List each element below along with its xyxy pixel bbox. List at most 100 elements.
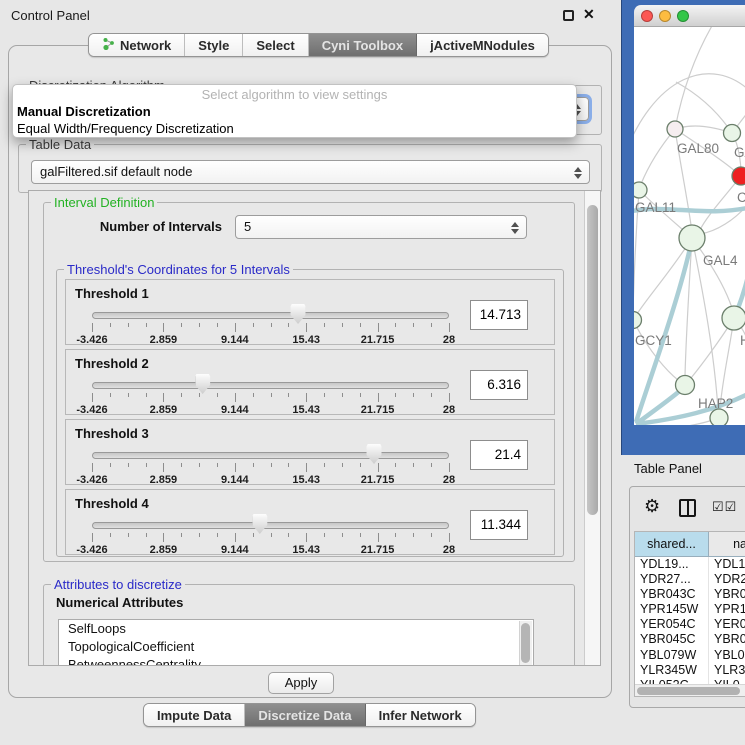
tab-select[interactable]: Select [243,34,308,56]
cell-shared-name[interactable]: YBR045C [635,632,709,647]
slider-thumb[interactable] [195,374,210,394]
table-row[interactable]: YBR043CYBR0 [635,587,745,602]
apply-button[interactable]: Apply [268,672,334,694]
dropdown-placeholder: Select algorithm to view settings [13,85,576,103]
table-row[interactable]: YBR045CYBR0 [635,632,745,647]
network-node-gal11[interactable] [634,182,647,198]
cell-name[interactable]: YER0 [709,617,745,632]
network-edge [641,129,675,184]
list-scrollbar[interactable] [519,621,532,666]
table-row[interactable]: YER054CYER0 [635,617,745,632]
network-node-gal80[interactable] [667,121,683,137]
attribute-item[interactable]: BetweennessCentrality [59,656,533,666]
threshold-value-field[interactable]: 11.344 [470,510,528,540]
cell-shared-name[interactable]: YDL19... [635,557,709,572]
tab-infer-network[interactable]: Infer Network [366,704,475,726]
select-columns-icon[interactable]: ☑☑ [712,499,737,515]
cell-name[interactable]: YBL0 [709,648,745,663]
group-title: Attributes to discretize [51,577,185,592]
minimize-traffic-light[interactable] [659,10,671,22]
network-node[interactable] [710,409,728,425]
node-label: GAL80 [677,141,719,156]
column-header-shared-name[interactable]: shared... [635,532,709,556]
close-traffic-light[interactable] [641,10,653,22]
network-node-ga[interactable] [724,125,741,142]
split-columns-icon[interactable] [679,499,696,517]
threshold-label: Threshold 1 [75,286,149,301]
network-node-c[interactable] [732,167,745,185]
network-canvas[interactable]: GAL80GACGAL11GAL4GCY1HHAP2 [634,27,745,425]
num-intervals-combobox[interactable]: 5 [235,215,527,239]
network-node-h[interactable] [722,306,745,330]
tab-network[interactable]: Network [89,34,185,56]
tab-impute-data[interactable]: Impute Data [144,704,245,726]
cell-name[interactable]: YBR0 [709,632,745,647]
threshold-slider[interactable]: -3.4262.8599.14415.4321.71528 [92,516,449,556]
numerical-attributes-label: Numerical Attributes [56,595,183,610]
table-row[interactable]: YLR345WYLR3 [635,663,745,678]
table-row[interactable]: YDR27...YDR2 [635,572,745,587]
attributes-list[interactable]: SelfLoopsTopologicalCoefficientBetweenne… [58,619,534,666]
threshold-panel: Threshold 3 -3.4262.8599.14415.4321.7152… [65,419,555,485]
tab-jactivemnodules[interactable]: jActiveMNodules [417,34,548,56]
gear-icon[interactable]: ⚙ [644,496,660,517]
network-node-gal4[interactable] [679,225,705,251]
vertical-scrollbar[interactable] [584,191,600,665]
close-icon[interactable]: ✕ [583,6,595,22]
attribute-item[interactable]: TopologicalCoefficient [59,638,533,656]
horizontal-scrollbar[interactable] [635,684,745,696]
table-row[interactable]: YPR145WYPR1 [635,602,745,617]
float-window-icon[interactable] [563,10,574,21]
network-window-frame[interactable]: GAL80GACGAL11GAL4GCY1HHAP2 [621,0,745,455]
threshold-label: Threshold 2 [75,356,149,371]
slider-thumb[interactable] [367,444,382,464]
slider-thumb[interactable] [291,304,306,324]
slider-track[interactable] [92,452,449,459]
cell-shared-name[interactable]: YPR145W [635,602,709,617]
zoom-traffic-light[interactable] [677,10,689,22]
tab-cyni-toolbox[interactable]: Cyni Toolbox [309,34,417,56]
threshold-value-field[interactable]: 14.713 [470,300,528,330]
cell-name[interactable]: YPR1 [709,602,745,617]
threshold-slider[interactable]: -3.4262.8599.14415.4321.71528 [92,376,449,416]
cell-shared-name[interactable]: YBL079W [635,648,709,663]
combobox-stepper-icon [509,220,521,236]
slider-thumb[interactable] [252,514,267,534]
network-node-gcy1[interactable] [634,312,642,329]
cell-shared-name[interactable]: YBR043C [635,587,709,602]
scrollbar-thumb[interactable] [587,205,598,515]
slider-track[interactable] [92,382,449,389]
panel-title: Control Panel [11,8,90,23]
cell-name[interactable]: YLR3 [709,663,745,678]
threshold-value-field[interactable]: 6.316 [470,370,528,400]
cell-name[interactable]: YDL1 [709,557,745,572]
table-row[interactable]: YDL19...YDL1 [635,557,745,572]
scrollbar-thumb[interactable] [637,687,740,695]
cell-shared-name[interactable]: YLR345W [635,663,709,678]
interval-definition-group: Interval Definition Number of Intervals … [43,202,575,562]
dropdown-item[interactable]: Manual Discretization [13,103,576,120]
threshold-panel: Threshold 2 -3.4262.8599.14415.4321.7152… [65,349,555,415]
network-window-titlebar[interactable] [634,5,745,27]
node-label: GA [734,145,745,160]
cell-name[interactable]: YBR0 [709,587,745,602]
table-data-combobox[interactable]: galFiltered.sif default node [31,160,590,184]
table-row[interactable]: YBL079WYBL0 [635,648,745,663]
threshold-slider[interactable]: -3.4262.8599.14415.4321.71528 [92,306,449,346]
network-node-hap2[interactable] [676,376,695,395]
cell-name[interactable]: YDR2 [709,572,745,587]
slider-tick-labels: -3.4262.8599.14415.4321.71528 [92,474,449,486]
scrollbar-thumb[interactable] [521,623,530,663]
slider-track[interactable] [92,522,449,529]
threshold-slider[interactable]: -3.4262.8599.14415.4321.71528 [92,446,449,486]
tab-style[interactable]: Style [185,34,243,56]
tab-discretize-data[interactable]: Discretize Data [245,704,365,726]
attribute-item[interactable]: SelfLoops [59,620,533,638]
cell-shared-name[interactable]: YDR27... [635,572,709,587]
dropdown-item[interactable]: Equal Width/Frequency Discretization [13,120,576,137]
threshold-value-field[interactable]: 21.4 [470,440,528,470]
cell-shared-name[interactable]: YER054C [635,617,709,632]
node-table: shared... na YDL19...YDL1YDR27...YDR2YBR… [634,531,745,697]
column-header-name[interactable]: na [709,532,745,556]
slider-track[interactable] [92,312,449,319]
